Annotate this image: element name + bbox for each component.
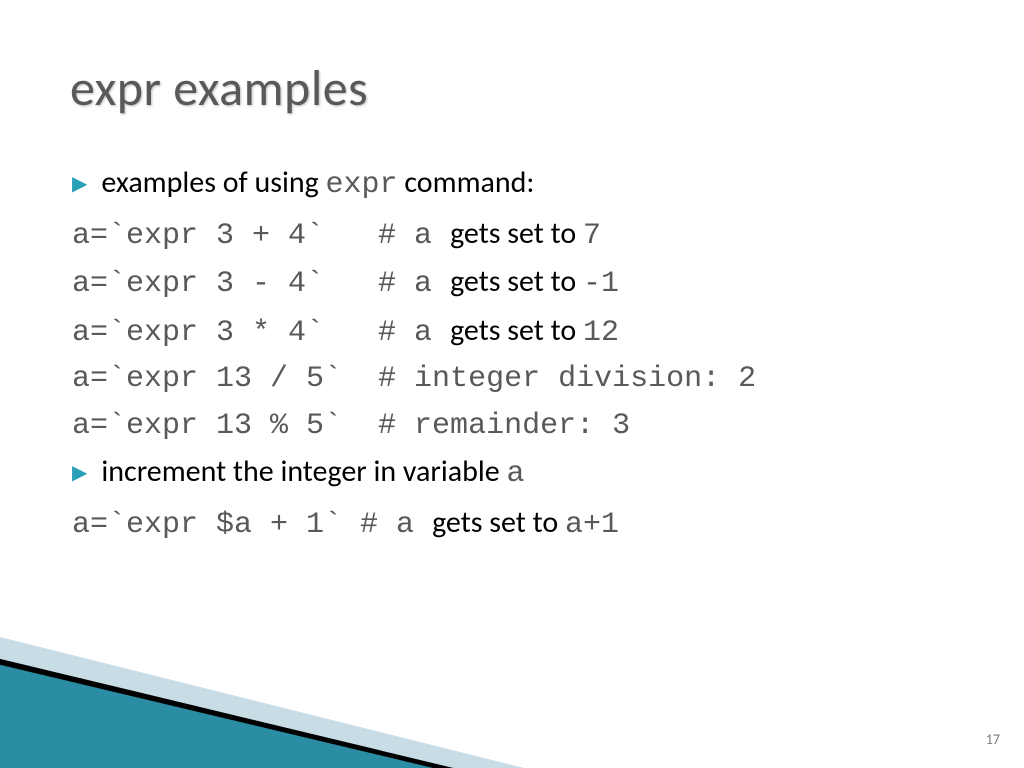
text: gets set to <box>432 504 565 541</box>
code: a=`expr 3 + 4` # a <box>72 219 450 253</box>
bullet-text: examples of using expr command: <box>101 160 534 209</box>
code: a=`expr $a + 1` # a <box>72 508 432 542</box>
code: a=`expr 13 / 5` # integer division: 2 <box>72 362 756 396</box>
code: 12 <box>583 316 619 350</box>
code-line: a=`expr 13 % 5` # remainder: 3 <box>72 403 972 450</box>
code-line: a=`expr 3 * 4` # a gets set to 12 <box>72 308 972 357</box>
bullet-icon: ▶ <box>72 458 87 489</box>
code-line: a=`expr 3 + 4` # a gets set to 7 <box>72 211 972 260</box>
text: increment the integer in variable <box>101 453 506 490</box>
code: 7 <box>583 219 601 253</box>
bullet-text: increment the integer in variable a <box>101 449 524 498</box>
bullet-item: ▶ increment the integer in variable a <box>72 449 972 498</box>
code-inline: expr <box>326 168 398 202</box>
code: a=`expr 3 * 4` # a <box>72 316 450 350</box>
bullet-icon: ▶ <box>72 169 87 200</box>
code: a+1 <box>565 508 619 542</box>
code-line: a=`expr 13 / 5` # integer division: 2 <box>72 356 972 403</box>
code-line: a=`expr $a + 1` # a gets set to a+1 <box>72 500 972 549</box>
text: gets set to <box>450 263 583 300</box>
text: examples of using <box>101 164 325 201</box>
code-line: a=`expr 3 - 4` # a gets set to -1 <box>72 259 972 308</box>
slide-title: expr examples <box>70 58 368 119</box>
code-inline: a <box>506 457 524 491</box>
decorative-triangle <box>0 660 450 768</box>
text: gets set to <box>450 215 583 252</box>
bullet-item: ▶ examples of using expr command: <box>72 160 972 209</box>
code: a=`expr 3 - 4` # a <box>72 267 450 301</box>
slide-body: ▶ examples of using expr command: a=`exp… <box>72 160 972 548</box>
code: -1 <box>583 267 619 301</box>
text: command: <box>398 164 535 201</box>
code: a=`expr 13 % 5` # remainder: 3 <box>72 409 630 443</box>
slide: expr examples ▶ examples of using expr c… <box>0 0 1024 768</box>
text: gets set to <box>450 312 583 349</box>
page-number: 17 <box>986 731 1000 748</box>
